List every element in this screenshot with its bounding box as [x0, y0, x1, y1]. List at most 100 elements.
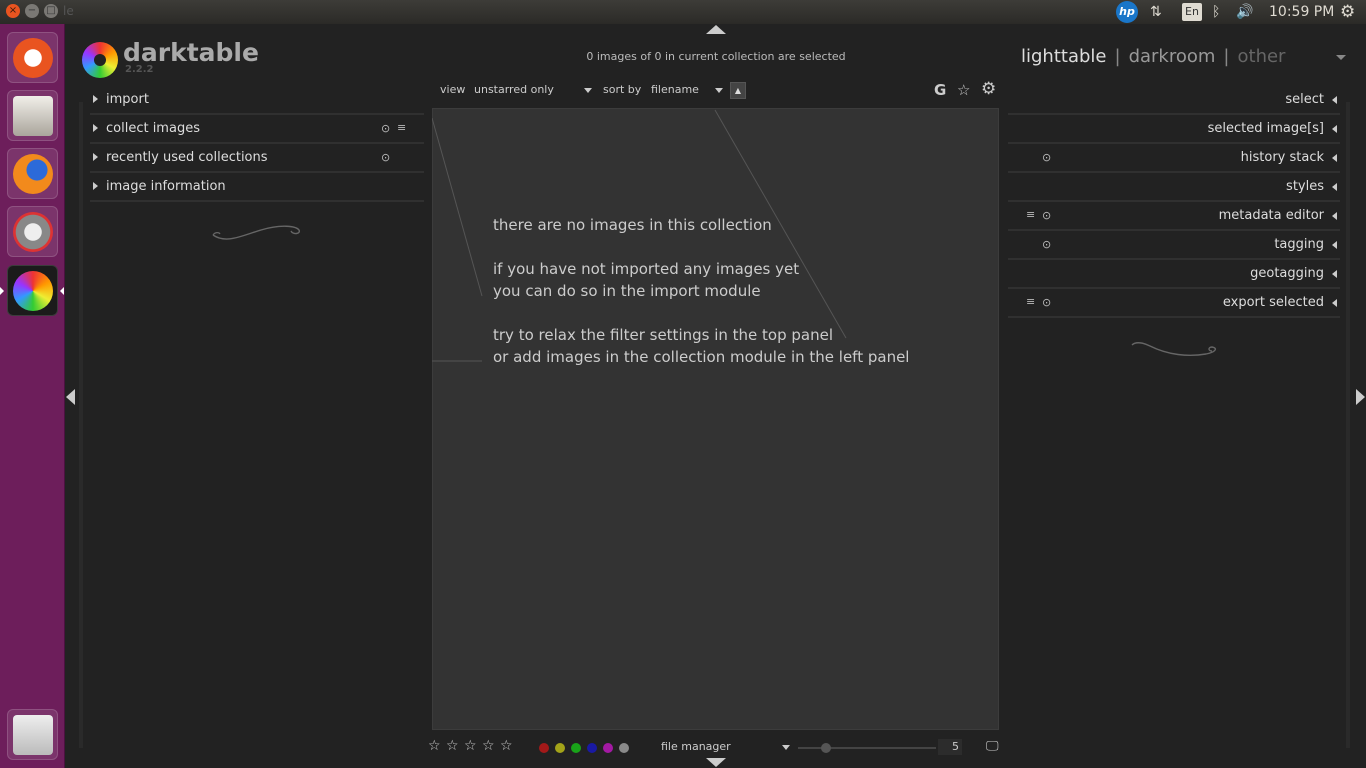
- module-label: styles: [1286, 179, 1324, 194]
- chevron-down-icon[interactable]: [715, 88, 723, 93]
- view-switcher: lighttable | darkroom | other: [1021, 46, 1285, 67]
- launcher-system-tools-button[interactable]: [7, 206, 58, 257]
- module-select[interactable]: select: [1008, 86, 1340, 115]
- presets-icon[interactable]: ≡: [397, 121, 406, 134]
- module-label: import: [106, 92, 149, 107]
- collapse-right-panel-icon[interactable]: [1356, 389, 1365, 405]
- reset-icon[interactable]: ⊙: [381, 151, 390, 164]
- module-label: export selected: [1222, 295, 1324, 310]
- preferences-gear-icon[interactable]: ⚙: [981, 79, 996, 99]
- right-panel: select selected image[s] ⊙ history stack…: [1008, 86, 1340, 318]
- chevron-down-icon[interactable]: [584, 88, 592, 93]
- color-label-red[interactable]: [539, 743, 549, 753]
- star-rating-2-icon[interactable]: ☆: [446, 738, 459, 754]
- module-collect-images[interactable]: collect images ⊙ ≡: [90, 115, 424, 144]
- zoom-entry[interactable]: 5: [938, 739, 962, 755]
- view-other[interactable]: other: [1238, 46, 1286, 67]
- reset-icon[interactable]: ⊙: [1042, 296, 1051, 309]
- launcher-trash-button[interactable]: [7, 709, 58, 760]
- module-import[interactable]: import: [90, 86, 424, 115]
- star-rating-5-icon[interactable]: ☆: [500, 738, 513, 754]
- collapse-left-panel-icon[interactable]: [66, 389, 75, 405]
- collapse-top-panel-icon[interactable]: [706, 25, 726, 34]
- color-label-green[interactable]: [571, 743, 581, 753]
- reset-icon[interactable]: ⊙: [381, 122, 390, 135]
- hp-icon[interactable]: hp: [1116, 1, 1138, 23]
- module-history-stack[interactable]: ⊙ history stack: [1008, 144, 1340, 173]
- reset-icon[interactable]: ⊙: [1042, 209, 1051, 222]
- bottom-toolbar: ☆ ☆ ☆ ☆ ☆ file manager 5 🖵: [426, 738, 1006, 756]
- right-panel-scrollbar[interactable]: [1346, 102, 1350, 748]
- system-top-bar: × − □ le hp ⇅ En ᛒ 🔊 10:59 PM ⚙: [0, 0, 1366, 24]
- view-filter-select[interactable]: unstarred only: [474, 83, 554, 96]
- files-icon: [13, 96, 53, 136]
- expand-arrow-icon: [93, 153, 98, 161]
- active-app-indicator-right: [60, 287, 64, 295]
- display-profile-icon[interactable]: 🖵: [986, 739, 999, 754]
- empty-message-line: there are no images in this collection: [493, 216, 772, 234]
- zoom-slider[interactable]: [798, 747, 936, 749]
- selection-status: 0 images of 0 in current collection are …: [586, 50, 846, 63]
- darktable-icon: [13, 271, 53, 311]
- module-label: selected image[s]: [1207, 121, 1324, 136]
- module-label: tagging: [1274, 237, 1324, 252]
- launcher-firefox-button[interactable]: [7, 148, 58, 199]
- clock[interactable]: 10:59 PM: [1269, 2, 1334, 22]
- window-close-button[interactable]: ×: [6, 4, 20, 18]
- active-app-indicator-left: [0, 287, 4, 295]
- panel-end-flourish-icon: [1131, 342, 1217, 356]
- star-rating-1-icon[interactable]: ☆: [428, 738, 441, 754]
- launcher-darktable-button[interactable]: [7, 265, 58, 316]
- module-tagging[interactable]: ⊙ tagging: [1008, 231, 1340, 260]
- star-rating-4-icon[interactable]: ☆: [482, 738, 495, 754]
- module-export-selected[interactable]: ≡ ⊙ export selected: [1008, 289, 1340, 318]
- zoom-slider-handle[interactable]: [821, 743, 831, 753]
- window-maximize-button[interactable]: □: [44, 4, 58, 18]
- star-rating-3-icon[interactable]: ☆: [464, 738, 477, 754]
- sort-by-label: sort by: [603, 83, 642, 96]
- empty-message-line: try to relax the filter settings in the …: [493, 326, 834, 344]
- system-settings-icon[interactable]: ⚙: [1340, 2, 1355, 22]
- grouping-icon[interactable]: G: [934, 81, 946, 99]
- module-selected-images[interactable]: selected image[s]: [1008, 115, 1340, 144]
- color-label-gray[interactable]: [619, 743, 629, 753]
- views-dropdown-icon[interactable]: [1336, 55, 1346, 60]
- left-panel-scrollbar[interactable]: [79, 102, 83, 748]
- module-metadata-editor[interactable]: ≡ ⊙ metadata editor: [1008, 202, 1340, 231]
- expand-arrow-icon: [1332, 125, 1337, 133]
- sort-by-select[interactable]: filename: [651, 83, 699, 96]
- empty-message-line: you can do so in the import module: [493, 282, 761, 300]
- launcher-files-button[interactable]: [7, 90, 58, 141]
- launcher-dash-button[interactable]: [7, 32, 58, 83]
- darktable-logo-center: [94, 54, 106, 66]
- keyboard-language-indicator[interactable]: En: [1182, 3, 1202, 21]
- collapse-bottom-panel-icon[interactable]: [706, 758, 726, 767]
- color-label-blue[interactable]: [587, 743, 597, 753]
- window-minimize-button[interactable]: −: [25, 4, 39, 18]
- module-label: collect images: [106, 121, 200, 136]
- module-label: history stack: [1240, 150, 1324, 165]
- presets-icon[interactable]: ≡: [1026, 295, 1035, 308]
- star-overlay-icon[interactable]: ☆: [957, 81, 970, 99]
- presets-icon[interactable]: ≡: [1026, 208, 1035, 221]
- network-icon[interactable]: ⇅: [1150, 2, 1162, 22]
- color-label-yellow[interactable]: [555, 743, 565, 753]
- sort-order-toggle[interactable]: ▲: [730, 82, 746, 99]
- view-darkroom[interactable]: darkroom: [1129, 46, 1216, 67]
- module-image-information[interactable]: image information: [90, 173, 424, 202]
- module-styles[interactable]: styles: [1008, 173, 1340, 202]
- volume-icon[interactable]: 🔊: [1236, 2, 1253, 22]
- color-label-purple[interactable]: [603, 743, 613, 753]
- layout-select[interactable]: file manager: [661, 740, 731, 753]
- chevron-down-icon[interactable]: [782, 745, 790, 750]
- view-lighttable[interactable]: lighttable: [1021, 46, 1106, 67]
- reset-icon[interactable]: ⊙: [1042, 151, 1051, 164]
- bluetooth-icon[interactable]: ᛒ: [1212, 2, 1220, 22]
- reset-icon[interactable]: ⊙: [1042, 238, 1051, 251]
- view-separator: |: [1223, 46, 1230, 67]
- app-version: 2.2.2: [125, 64, 154, 75]
- module-geotagging[interactable]: geotagging: [1008, 260, 1340, 289]
- module-label: recently used collections: [106, 150, 268, 165]
- module-label: select: [1285, 92, 1324, 107]
- module-recently-used-collections[interactable]: recently used collections ⊙: [90, 144, 424, 173]
